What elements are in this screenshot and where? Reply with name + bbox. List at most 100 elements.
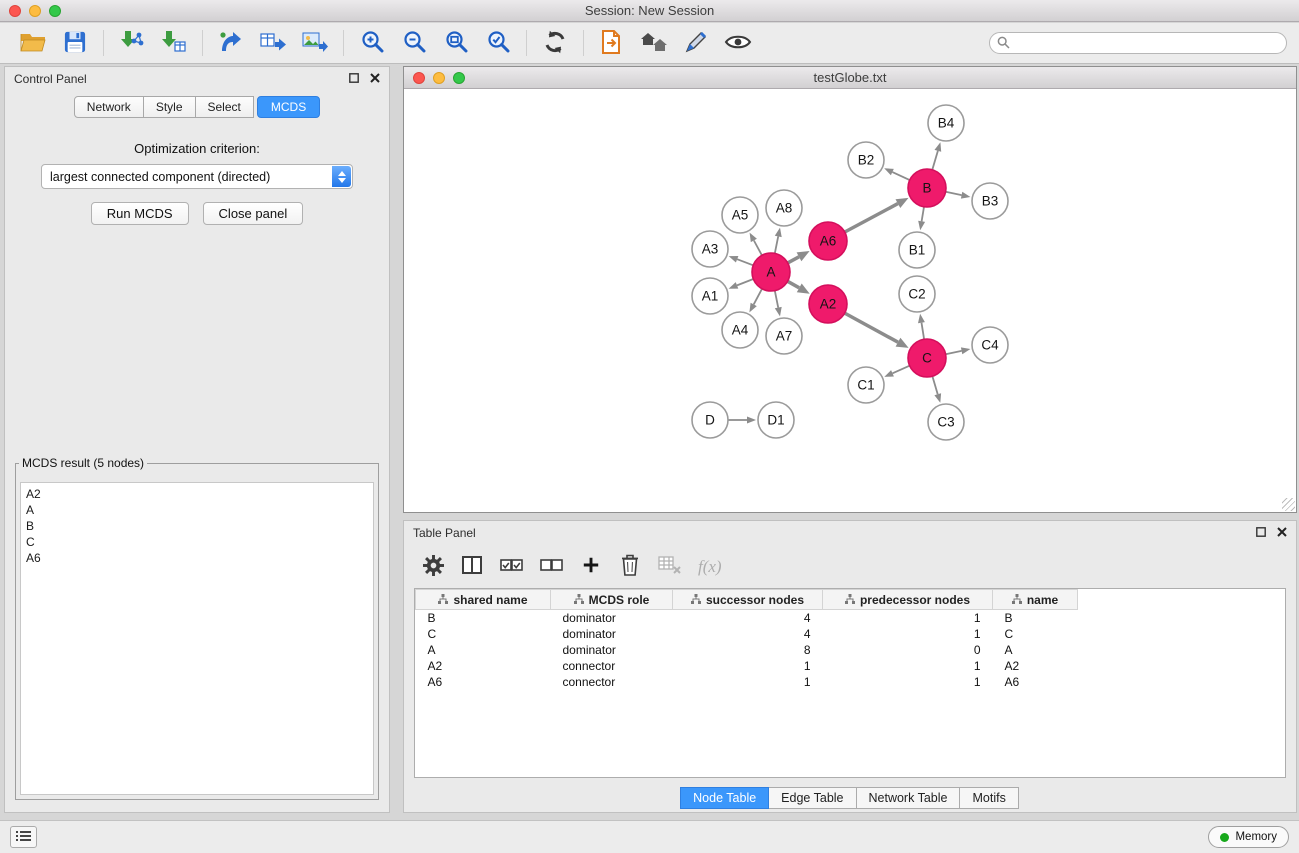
graph-edge-B-B4[interactable] <box>932 151 938 170</box>
graph-edge-A-A5[interactable] <box>754 241 762 256</box>
run-mcds-button[interactable]: Run MCDS <box>91 202 189 225</box>
minimize-window-button[interactable] <box>29 5 41 17</box>
table-cell[interactable]: A6 <box>416 674 551 690</box>
memory-button[interactable]: Memory <box>1208 826 1289 848</box>
show-column-button[interactable] <box>461 555 483 578</box>
column-header-shared-name[interactable]: shared name <box>416 590 551 610</box>
table-row[interactable]: A6connector11A6 <box>416 674 1078 690</box>
save-session-button[interactable] <box>54 26 96 60</box>
mcds-result-item[interactable]: B <box>26 518 368 534</box>
graph-edge-B-B2[interactable] <box>892 172 909 180</box>
graph-edge-C-C2[interactable] <box>922 323 925 340</box>
table-cell[interactable]: dominator <box>551 642 673 658</box>
first-neighbors-button[interactable] <box>591 26 633 60</box>
graph-node-C2[interactable]: C2 <box>899 276 935 312</box>
graph-node-A7[interactable]: A7 <box>766 318 802 354</box>
float-panel-icon[interactable] <box>349 72 359 86</box>
graph-node-C3[interactable]: C3 <box>928 404 964 440</box>
table-cell[interactable]: connector <box>551 658 673 674</box>
table-cell[interactable]: 8 <box>673 642 823 658</box>
node-table-container[interactable]: shared name MCDS role successor nodes pr… <box>414 588 1286 778</box>
graph-node-A8[interactable]: A8 <box>766 190 802 226</box>
graph-node-B4[interactable]: B4 <box>928 105 964 141</box>
table-cell[interactable]: 1 <box>673 658 823 674</box>
export-network-button[interactable] <box>210 26 252 60</box>
table-cell[interactable]: dominator <box>551 626 673 642</box>
table-row[interactable]: A2connector11A2 <box>416 658 1078 674</box>
graph-node-D1[interactable]: D1 <box>758 402 794 438</box>
delete-table-button[interactable] <box>658 556 681 577</box>
graph-node-B1[interactable]: B1 <box>899 232 935 268</box>
export-table-button[interactable] <box>252 26 294 60</box>
style-pen-button[interactable] <box>675 26 717 60</box>
import-network-button[interactable] <box>111 26 153 60</box>
tab-edge-table[interactable]: Edge Table <box>768 787 856 809</box>
column-header-mcds-role[interactable]: MCDS role <box>551 590 673 610</box>
graph-node-C1[interactable]: C1 <box>848 367 884 403</box>
graph-node-B2[interactable]: B2 <box>848 142 884 178</box>
table-cell[interactable]: 1 <box>823 658 993 674</box>
close-window-button[interactable] <box>9 5 21 17</box>
graph-edge-A-A3[interactable] <box>737 259 753 265</box>
table-cell[interactable]: 1 <box>673 674 823 690</box>
graph-edge-A2-C[interactable] <box>845 313 898 342</box>
zoom-out-button[interactable] <box>393 26 435 60</box>
graph-edge-A6-B[interactable] <box>845 204 898 232</box>
mcds-result-item[interactable]: A <box>26 502 368 518</box>
apply-layout-button[interactable] <box>534 26 576 60</box>
import-table-button[interactable] <box>153 26 195 60</box>
network-canvas[interactable]: AA6A2BCA1A3A4A5A7A8B1B2B3B4C1C2C3C4DD1 <box>404 89 1296 511</box>
graph-node-A[interactable]: A <box>752 253 790 291</box>
graph-node-B3[interactable]: B3 <box>972 183 1008 219</box>
graph-node-A6[interactable]: A6 <box>809 222 847 260</box>
add-column-button[interactable] <box>580 556 602 577</box>
float-panel-icon[interactable] <box>1256 526 1266 540</box>
table-cell[interactable]: 1 <box>823 610 993 626</box>
zoom-window-button[interactable] <box>49 5 61 17</box>
graph-node-C[interactable]: C <box>908 339 946 377</box>
close-panel-icon[interactable] <box>370 72 380 86</box>
graph-edge-B-B3[interactable] <box>946 192 962 195</box>
tab-network-table[interactable]: Network Table <box>856 787 961 809</box>
export-image-button[interactable] <box>294 26 336 60</box>
table-cell[interactable]: 4 <box>673 626 823 642</box>
table-row[interactable]: Adominator80A <box>416 642 1078 658</box>
graph-edge-A-A1[interactable] <box>737 279 753 285</box>
mcds-result-item[interactable]: A2 <box>26 486 368 502</box>
task-history-button[interactable] <box>10 826 37 848</box>
toggle-visibility-button[interactable] <box>717 26 759 60</box>
table-cell[interactable]: B <box>993 610 1078 626</box>
tab-mcds[interactable]: MCDS <box>257 96 320 118</box>
table-cell[interactable]: B <box>416 610 551 626</box>
close-panel-icon[interactable] <box>1277 526 1287 540</box>
deselect-all-columns-button[interactable] <box>540 559 563 574</box>
graph-edge-A-A6[interactable] <box>788 257 799 263</box>
graph-node-D[interactable]: D <box>692 402 728 438</box>
column-header-predecessor-nodes[interactable]: predecessor nodes <box>823 590 993 610</box>
close-view-button[interactable] <box>413 72 425 84</box>
mcds-result-item[interactable]: C <box>26 534 368 550</box>
close-panel-button[interactable]: Close panel <box>203 202 304 225</box>
table-cell[interactable]: 4 <box>673 610 823 626</box>
zoom-fit-button[interactable] <box>435 26 477 60</box>
column-header-name[interactable]: name <box>993 590 1078 610</box>
tab-node-table[interactable]: Node Table <box>680 787 769 809</box>
graph-node-B[interactable]: B <box>908 169 946 207</box>
minimize-view-button[interactable] <box>433 72 445 84</box>
show-all-views-button[interactable] <box>633 26 675 60</box>
column-header-successor-nodes[interactable]: successor nodes <box>673 590 823 610</box>
graph-edge-A-A7[interactable] <box>775 291 778 308</box>
table-cell[interactable]: 0 <box>823 642 993 658</box>
graph-node-C4[interactable]: C4 <box>972 327 1008 363</box>
zoom-view-button[interactable] <box>453 72 465 84</box>
graph-node-A5[interactable]: A5 <box>722 197 758 233</box>
table-cell[interactable]: connector <box>551 674 673 690</box>
table-row[interactable]: Bdominator41B <box>416 610 1078 626</box>
table-cell[interactable]: A <box>993 642 1078 658</box>
table-cell[interactable]: dominator <box>551 610 673 626</box>
graph-edge-C-C3[interactable] <box>932 376 937 394</box>
table-cell[interactable]: A2 <box>993 658 1078 674</box>
table-cell[interactable]: 1 <box>823 626 993 642</box>
graph-edge-A-A4[interactable] <box>754 289 762 305</box>
graph-edge-C-C4[interactable] <box>946 351 962 354</box>
